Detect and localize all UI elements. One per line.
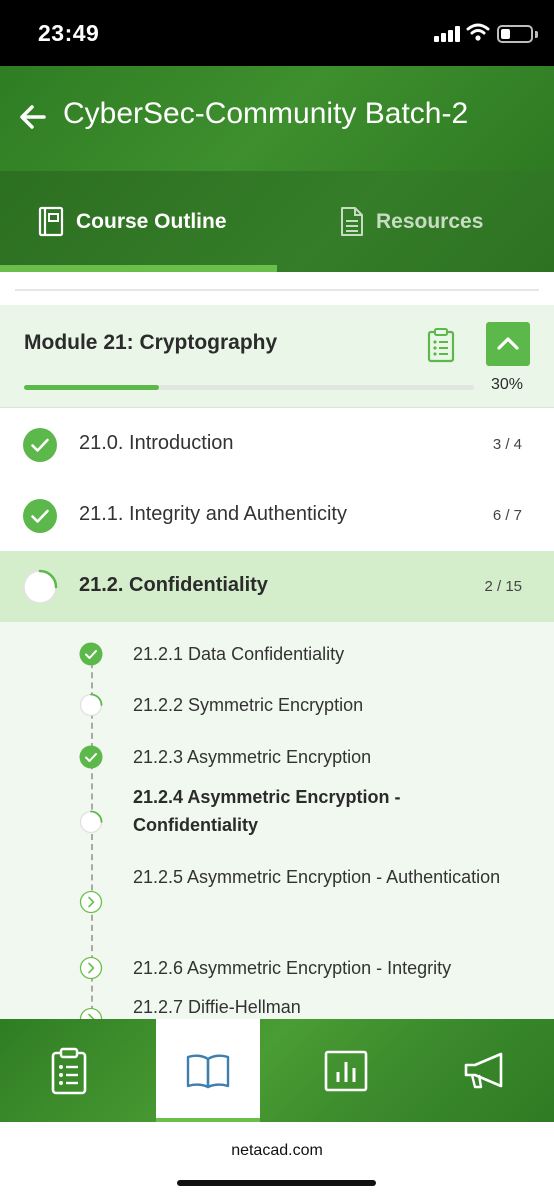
nav-assessments-button[interactable] [17,1019,121,1122]
tab-bar: Course Outline Resources [0,171,554,272]
page-title: CyberSec-Community Batch-2 [63,97,469,130]
wifi-icon [466,23,490,41]
bottom-navigation [0,1019,554,1122]
tab-resources-label: Resources [376,209,484,233]
battery-icon [497,25,533,43]
module-progress-label: 30% [491,376,524,393]
book-icon [38,206,64,237]
check-circle-icon [79,642,103,666]
lesson-row-integrity[interactable]: 21.1. Integrity and Authenticity 6 / 7 [0,480,554,551]
lesson-label: 21.1. Integrity and Authenticity [79,503,347,525]
subtopic-label: 21.2.4 Asymmetric Encryption - Confident… [133,787,401,835]
lesson-count: 3 / 4 [492,436,522,453]
subtopic-label: 21.2.6 Asymmetric Encryption - Integrity [133,958,452,978]
chevron-right-circle-icon [79,956,103,980]
tab-course-outline-label: Course Outline [76,209,227,233]
module-card: Module 21: Cryptography 30% [0,305,554,408]
collapse-module-button[interactable] [486,322,530,366]
active-tab-indicator [0,265,277,272]
check-circle-icon [23,428,57,462]
bar-chart-icon [324,1050,368,1091]
app-header: CyberSec-Community Batch-2 [0,66,554,171]
url-text[interactable]: netacad.com [0,1142,554,1160]
clipboard-icon [51,1047,87,1094]
document-icon [341,207,363,236]
check-circle-icon [79,745,103,769]
check-circle-icon [23,499,57,533]
clipboard-icon[interactable] [427,327,455,363]
lesson-count: 2 / 15 [484,578,522,595]
subtopic-list: 21.2.1 Data Confidentiality 21.2.2 Symme… [0,622,554,1020]
signal-icon [434,26,460,42]
lesson-row-introduction[interactable]: 21.0. Introduction 3 / 4 [0,409,554,480]
nav-grades-button[interactable] [294,1019,398,1122]
module-title: Module 21: Cryptography [24,331,278,354]
chevron-up-icon [497,337,519,350]
subtopic-label: 21.2.3 Asymmetric Encryption [133,747,372,767]
module-progress-fill [24,385,159,390]
subtopic-label: 21.2.2 Symmetric Encryption [133,695,364,715]
lesson-count: 6 / 7 [492,507,522,524]
progress-ring-icon [79,810,103,834]
tab-resources[interactable]: Resources [340,171,483,272]
progress-ring-icon [79,693,103,717]
home-indicator[interactable] [177,1180,376,1186]
status-time: 23:49 [38,20,100,46]
subtopic-label: 21.2.7 Diffie-Hellman [133,997,301,1017]
progress-ring-icon [23,569,58,604]
battery-cap [535,31,538,38]
divider [15,289,539,291]
nav-course-button[interactable] [156,1019,260,1122]
browser-url-bar: netacad.com [0,1122,554,1199]
module-progress-bar [24,385,474,390]
nav-announcements-button[interactable] [433,1019,537,1122]
status-bar: 23:49 [0,0,554,66]
megaphone-icon [464,1052,503,1088]
open-book-icon [186,1053,230,1088]
chevron-right-circle-icon [79,890,103,914]
back-arrow-icon[interactable] [18,102,48,132]
tab-course-outline[interactable]: Course Outline [38,171,227,272]
subtopic-label: 21.2.1 Data Confidentiality [133,644,345,664]
subtopic-label: 21.2.5 Asymmetric Encryption - Authentic… [133,867,501,887]
lesson-row-confidentiality[interactable]: 21.2. Confidentiality 2 / 15 [0,551,554,622]
lesson-label: 21.0. Introduction [79,432,234,454]
lesson-label: 21.2. Confidentiality [79,574,268,596]
